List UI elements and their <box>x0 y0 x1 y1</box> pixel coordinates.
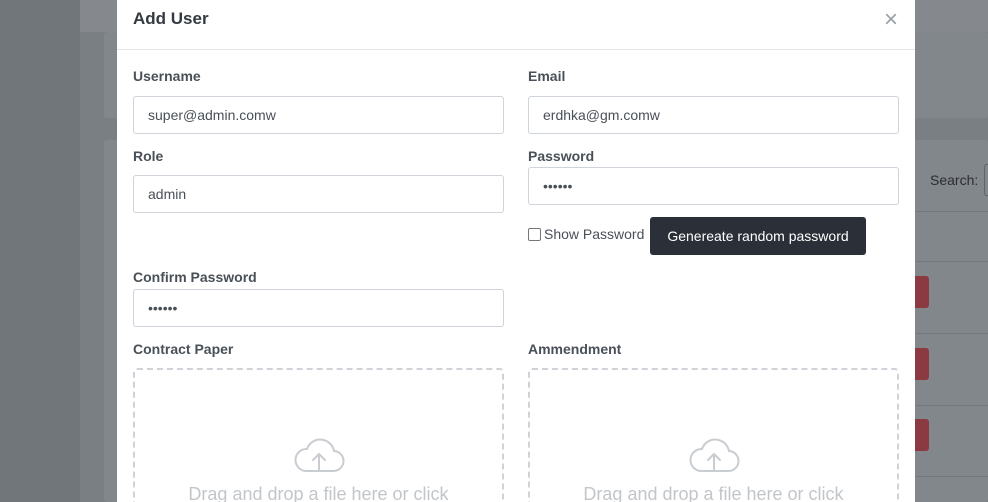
email-label: Email <box>528 68 566 84</box>
modal-header: Add User × <box>117 0 915 50</box>
background-table-divider <box>915 211 988 212</box>
cloud-upload-icon <box>294 438 344 473</box>
contract-paper-dropzone[interactable]: Drag and drop a file here or click <box>133 368 504 502</box>
ammendment-label: Ammendment <box>528 341 622 357</box>
cloud-upload-icon <box>689 438 739 473</box>
role-label: Role <box>133 148 164 164</box>
background-delete-button <box>915 419 929 451</box>
confirm-password-input[interactable] <box>133 289 504 327</box>
confirm-password-label: Confirm Password <box>133 269 257 285</box>
add-user-modal: Add User × Username Email Role Password … <box>117 0 915 502</box>
password-label: Password <box>528 148 595 164</box>
modal-title: Add User <box>133 9 209 28</box>
show-password-toggle[interactable]: Show Password <box>528 226 644 242</box>
username-input[interactable] <box>133 96 504 134</box>
background-delete-button <box>915 348 929 380</box>
ammendment-dropzone[interactable]: Drag and drop a file here or click <box>528 368 899 502</box>
background-table-divider <box>915 405 988 406</box>
username-label: Username <box>133 68 201 84</box>
background-delete-button <box>915 276 929 308</box>
background-table-divider <box>915 333 988 334</box>
background-search-input <box>984 164 988 196</box>
close-icon[interactable]: × <box>879 6 903 34</box>
show-password-label: Show Password <box>544 226 645 242</box>
role-input[interactable] <box>133 175 504 213</box>
show-password-checkbox[interactable] <box>528 227 541 241</box>
background-sidebar <box>0 0 80 502</box>
contract-paper-label: Contract Paper <box>133 341 234 357</box>
password-input[interactable] <box>528 167 899 205</box>
generate-password-button[interactable]: Genereate random password <box>650 217 866 255</box>
background-table-divider <box>915 261 988 262</box>
email-input[interactable] <box>528 96 899 134</box>
background-search-label: Search: <box>930 172 979 188</box>
ammendment-dropzone-prompt: Drag and drop a file here or click <box>583 484 844 502</box>
contract-dropzone-prompt: Drag and drop a file here or click <box>188 484 449 502</box>
background-table-divider <box>915 476 988 477</box>
